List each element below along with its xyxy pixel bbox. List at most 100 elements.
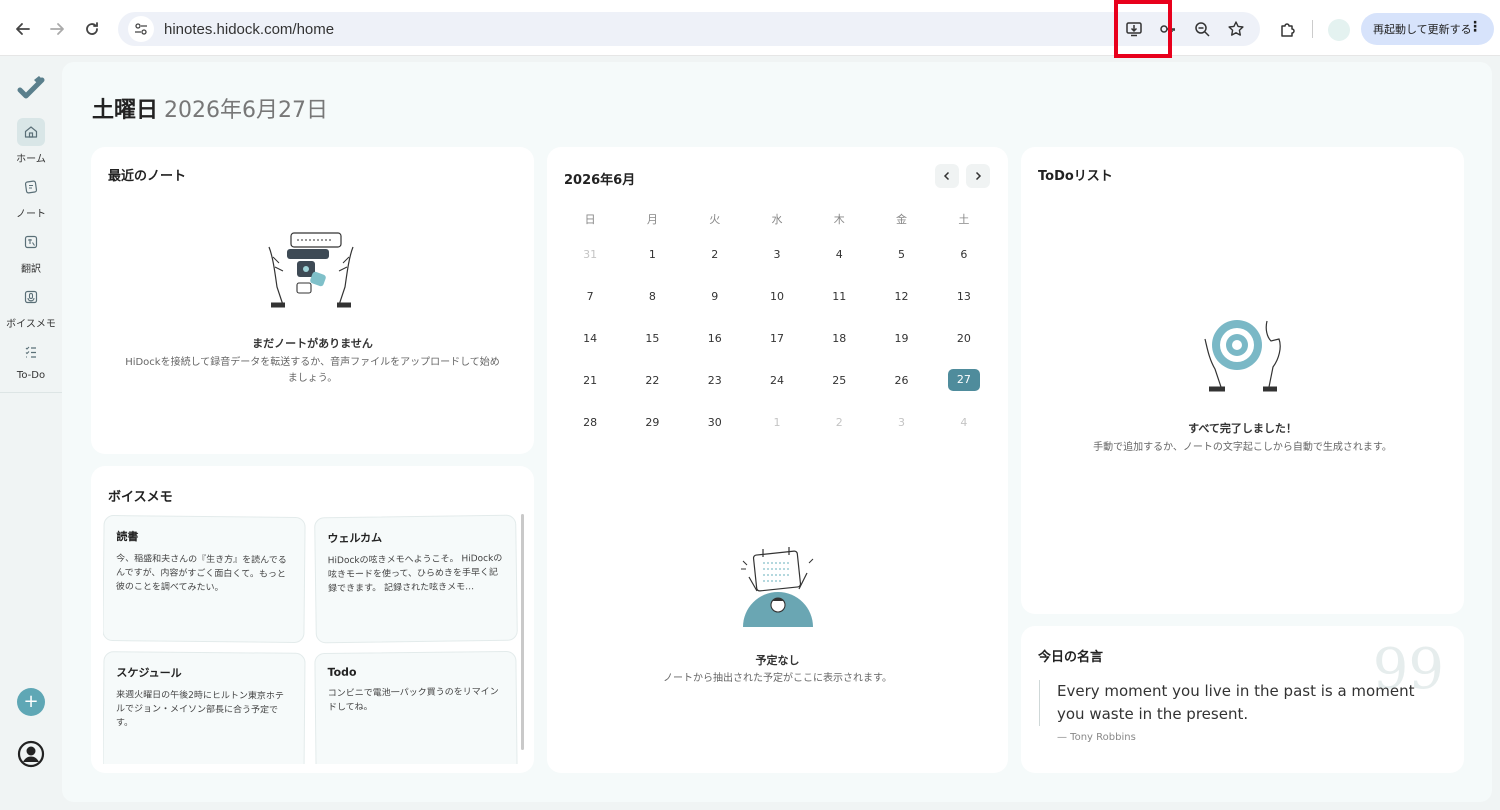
calendar-day-number: 2 — [711, 247, 719, 261]
calendar-day[interactable]: 17 — [746, 332, 808, 345]
forward-button[interactable] — [40, 12, 74, 46]
empty-notes-illustration — [268, 232, 354, 308]
todo-done-illustration — [1204, 320, 1281, 392]
calendar-day[interactable]: 1 — [746, 416, 808, 429]
calendar-day[interactable]: 2 — [684, 248, 746, 261]
site-info-icon[interactable] — [128, 16, 154, 42]
calendar-day[interactable]: 13 — [933, 290, 995, 303]
add-button[interactable]: + — [17, 688, 45, 716]
user-account-icon[interactable] — [17, 740, 45, 768]
calendar-day[interactable]: 30 — [684, 416, 746, 429]
calendar-day[interactable]: 7 — [559, 290, 621, 303]
quote-divider — [1039, 680, 1040, 726]
sidebar-item-label: To-Do — [16, 370, 46, 381]
calendar-day[interactable]: 16 — [684, 332, 746, 345]
more-vert-icon[interactable]: ⋮ — [1468, 20, 1482, 34]
calendar-day[interactable]: 29 — [621, 416, 683, 429]
recent-notes-empty-title: まだノートがありません — [252, 337, 373, 350]
calendar-day[interactable]: 31 — [559, 248, 621, 261]
calendar-day[interactable]: 24 — [746, 374, 808, 387]
sidebar-divider — [0, 392, 62, 393]
calendar-weekday-label: 火 — [709, 213, 721, 226]
calendar-day[interactable]: 10 — [746, 290, 808, 303]
voice-memo-list[interactable]: 読書 今、稲盛和夫さんの『生き方』を読んでるんですが、内容がすごく面白くて。もっ… — [103, 514, 523, 764]
calendar-day[interactable]: 14 — [559, 332, 621, 345]
todo-card: ToDoリスト すべて完了しました！ 手動で追加するか、ノートの文字起こしから自… — [1021, 147, 1464, 614]
calendar-day[interactable]: 2 — [808, 416, 870, 429]
calendar-day-number: 28 — [583, 415, 598, 429]
calendar-day-number: 21 — [583, 373, 598, 387]
voice-memo-item-body: 来週火曜日の午後2時にヒルトン東京ホテルでジョン・メイソン部長に合う予定です。 — [115, 690, 284, 729]
calendar-day[interactable]: 5 — [870, 248, 932, 261]
recent-notes-title: 最近のノート — [108, 169, 187, 184]
calendar-day[interactable]: 1 — [621, 248, 683, 261]
calendar-day[interactable]: 12 — [870, 290, 932, 303]
calendar-day[interactable]: 28 — [559, 416, 621, 429]
calendar-grid: 日月火水木金土 31 1 2 3 4 5 6 7 8 9 10 11 12 13 14 15 16 17 18 19 2… — [559, 207, 995, 443]
calendar-day-number: 3 — [773, 247, 781, 261]
calendar-day[interactable]: 18 — [808, 332, 870, 345]
calendar-day[interactable]: 26 — [870, 374, 932, 387]
calendar-day[interactable]: 19 — [870, 332, 932, 345]
quote-author: — Tony Robbins — [1057, 732, 1136, 743]
translate-icon — [17, 228, 45, 256]
calendar-day[interactable]: 25 — [808, 374, 870, 387]
calendar-day-number: 10 — [769, 289, 784, 303]
sidebar-item-translate[interactable]: 翻訳 — [0, 228, 62, 275]
calendar-day-number: 20 — [956, 331, 971, 345]
calendar-day[interactable]: 23 — [684, 374, 746, 387]
calendar-day[interactable]: 3 — [870, 416, 932, 429]
calendar-day[interactable]: 11 — [808, 290, 870, 303]
calendar-day[interactable]: 3 — [746, 248, 808, 261]
voice-memo-scrollbar[interactable] — [521, 514, 524, 750]
address-bar[interactable]: hinotes.hidock.com/home — [118, 12, 1260, 46]
voice-memo-item[interactable]: Todo コンビニで電池一パック買うのをリマインドしてね。 — [314, 650, 518, 764]
profile-avatar[interactable] — [1328, 19, 1350, 41]
voice-memo-item-body: コンビニで電池一パック買うのをリマインドしてね。 — [327, 687, 499, 713]
voice-memo-item[interactable]: ウェルカム HiDockの呟きメモへようこそ。 HiDockの呟きモードを使って… — [314, 514, 518, 644]
main-content: 土曜日 2026年6月27日 最近のノート まだノートがありません HiDockを… — [62, 62, 1492, 802]
calendar-next-button[interactable] — [966, 164, 990, 188]
sidebar-item-home[interactable]: ホーム — [0, 118, 62, 165]
calendar-month: 2026年6月 — [564, 173, 636, 188]
calendar-day[interactable]: 4 — [933, 416, 995, 429]
url-text[interactable]: hinotes.hidock.com/home — [164, 21, 334, 38]
calendar-day-number: 4 — [960, 415, 968, 429]
calendar-day[interactable]: 20 — [933, 332, 995, 345]
quote-title: 今日の名言 — [1038, 650, 1104, 665]
sidebar-item-label: ノート — [16, 209, 46, 220]
voice-memo-item[interactable]: 読書 今、稲盛和夫さんの『生き方』を読んでるんですが、内容がすごく面白くて。もっ… — [103, 514, 306, 644]
sidebar-item-label: ホーム — [16, 154, 46, 165]
zoom-out-icon[interactable] — [1188, 15, 1216, 43]
voice-memo-item[interactable]: スケジュール 来週火曜日の午後2時にヒルトン東京ホテルでジョン・メイソン部長に合… — [103, 651, 306, 764]
calendar-card: 2026年6月 日月火水木金土 31 1 2 3 4 5 6 7 8 9 10 11 12 13 14 15 1… — [547, 147, 1008, 773]
restart-update-label: 再起動して更新する — [1373, 23, 1472, 36]
back-button[interactable] — [6, 12, 40, 46]
todo-icon — [17, 338, 45, 366]
highlight-annotation-box — [1114, 0, 1172, 58]
chevron-right-icon — [975, 171, 982, 181]
calendar-day[interactable]: 9 — [684, 290, 746, 303]
restart-update-button[interactable]: 再起動して更新する ⋮ — [1361, 13, 1494, 45]
reload-button[interactable] — [75, 12, 109, 46]
sidebar-item-voice-memo[interactable]: ボイスメモ — [0, 283, 62, 330]
sidebar-item-notes[interactable]: ノート — [0, 173, 62, 220]
calendar-day[interactable]: 6 — [933, 248, 995, 261]
sidebar: ホーム ノート 翻訳 ボイスメモ To-Do + — [0, 56, 62, 810]
calendar-day-today[interactable]: 27 — [933, 369, 995, 391]
calendar-day[interactable]: 8 — [621, 290, 683, 303]
toolbar-divider — [1312, 20, 1313, 38]
calendar-day[interactable]: 22 — [621, 374, 683, 387]
bookmark-star-icon[interactable] — [1222, 15, 1250, 43]
app-logo-icon — [17, 76, 45, 99]
calendar-day[interactable]: 21 — [559, 374, 621, 387]
calendar-day-number: 8 — [648, 289, 656, 303]
sidebar-item-todo[interactable]: To-Do — [0, 338, 62, 381]
calendar-weekday-row: 日月火水木金土 — [559, 207, 995, 231]
calendar-day[interactable]: 15 — [621, 332, 683, 345]
calendar-day-number: 6 — [960, 247, 968, 261]
calendar-prev-button[interactable] — [935, 164, 959, 188]
extensions-puzzle-icon[interactable] — [1274, 15, 1302, 43]
calendar-day[interactable]: 4 — [808, 248, 870, 261]
voice-memo-item-body: HiDockの呟きメモへようこそ。 HiDockの呟きモードを使って、ひらめきを… — [327, 553, 503, 595]
